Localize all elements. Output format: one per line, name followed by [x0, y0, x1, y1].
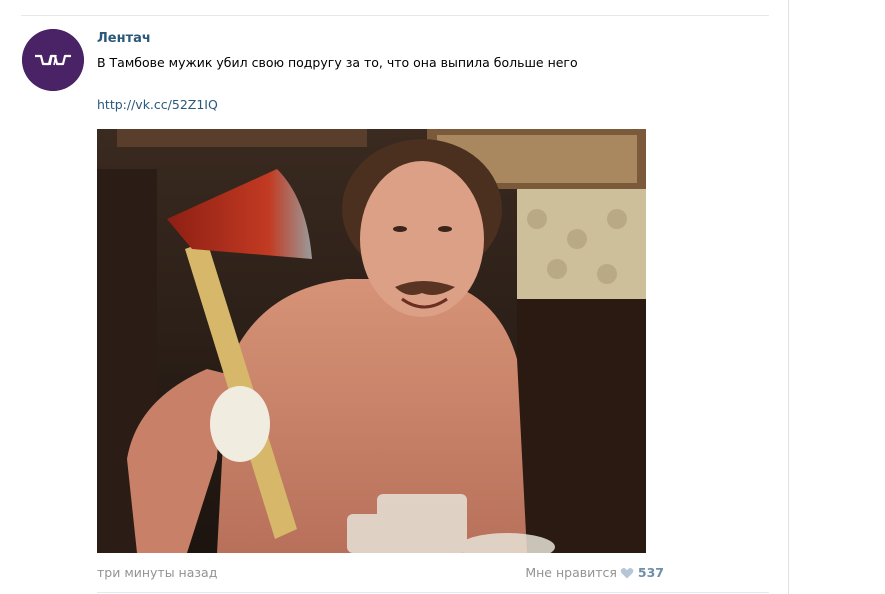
like-label: Мне нравится [525, 565, 617, 580]
divider [97, 592, 769, 593]
heart-icon [620, 567, 634, 578]
community-avatar[interactable] [22, 29, 84, 91]
post-text: В Тамбове мужик убил свою подругу за то,… [97, 55, 578, 70]
post-author-link[interactable]: Лентач [97, 31, 151, 46]
photo-illustration [97, 129, 646, 553]
post-url-link[interactable]: http://vk.cc/52Z1IQ [97, 97, 218, 112]
lentach-logo-icon [22, 29, 84, 91]
news-feed: Лентач В Тамбове мужик убил свою подругу… [0, 0, 789, 594]
post-timestamp[interactable]: три минуты назад [97, 565, 217, 580]
like-button[interactable]: Мне нравится 537 [525, 565, 664, 580]
like-count: 537 [637, 565, 664, 580]
post-photo[interactable] [97, 129, 646, 553]
page: Лентач В Тамбове мужик убил свою подругу… [0, 0, 885, 594]
divider [21, 15, 769, 16]
